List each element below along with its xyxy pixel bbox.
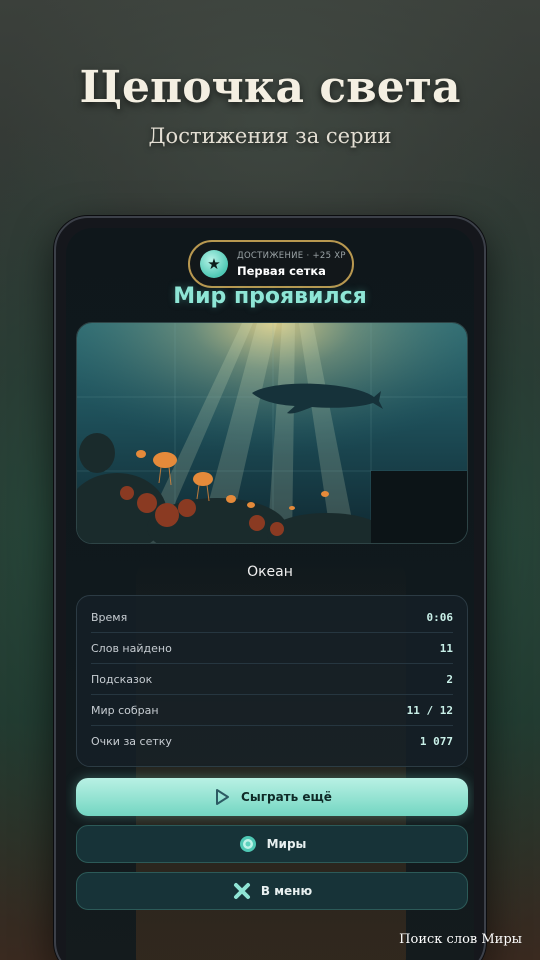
stat-value: 11 / 12	[406, 703, 453, 717]
stats-panel: Время 0:06 Слов найдено 11 Подсказок 2 М…	[76, 595, 468, 767]
stat-value: 2	[446, 672, 453, 686]
star-icon: ★	[200, 250, 228, 278]
achievement-text: ДОСТИЖЕНИЕ · +25 XP Первая сетка	[237, 251, 346, 278]
gem-icon	[238, 834, 258, 854]
stat-row-words: Слов найдено 11	[91, 633, 453, 664]
achievement-name: Первая сетка	[237, 263, 326, 278]
world-image	[76, 322, 468, 544]
stat-value: 11	[439, 641, 453, 655]
play-icon	[212, 787, 232, 807]
stat-label: Время	[91, 610, 128, 624]
worlds-button[interactable]: Миры	[76, 825, 468, 863]
world-name: Океан	[247, 564, 293, 580]
stat-row-world-progress: Мир собран 11 / 12	[91, 695, 453, 726]
stat-label: Слов найдено	[91, 641, 172, 655]
phone-frame: ★ ДОСТИЖЕНИЕ · +25 XP Первая сетка Мир п…	[54, 216, 486, 960]
stat-row-time: Время 0:06	[91, 602, 453, 633]
close-icon	[232, 881, 252, 901]
play-again-button[interactable]: Сыграть ещё	[76, 778, 468, 816]
menu-button[interactable]: В меню	[76, 872, 468, 910]
game-screen: ★ ДОСТИЖЕНИЕ · +25 XP Первая сетка Мир п…	[66, 228, 474, 960]
stat-label: Мир собран	[91, 703, 159, 717]
achievement-label: ДОСТИЖЕНИЕ · +25 XP	[237, 250, 346, 261]
play-again-label: Сыграть ещё	[241, 790, 332, 804]
app-watermark: Поиск слов Миры	[399, 932, 522, 947]
promo-title: Цепочка света	[79, 62, 461, 113]
result-headline: Мир проявился	[173, 284, 367, 309]
stat-value: 1 077	[419, 735, 453, 748]
stat-row-score: Очки за сетку 1 077	[91, 726, 453, 757]
stat-value: 0:06	[426, 610, 454, 624]
stat-label: Очки за сетку	[91, 735, 172, 748]
ocean-illustration	[77, 323, 467, 543]
promo-subtitle: Достижения за серии	[148, 124, 392, 148]
stat-label: Подсказок	[91, 672, 153, 686]
worlds-label: Миры	[266, 837, 307, 851]
stat-row-hints: Подсказок 2	[91, 664, 453, 695]
achievement-badge: ★ ДОСТИЖЕНИЕ · +25 XP Первая сетка	[188, 240, 354, 288]
menu-label: В меню	[260, 884, 313, 898]
